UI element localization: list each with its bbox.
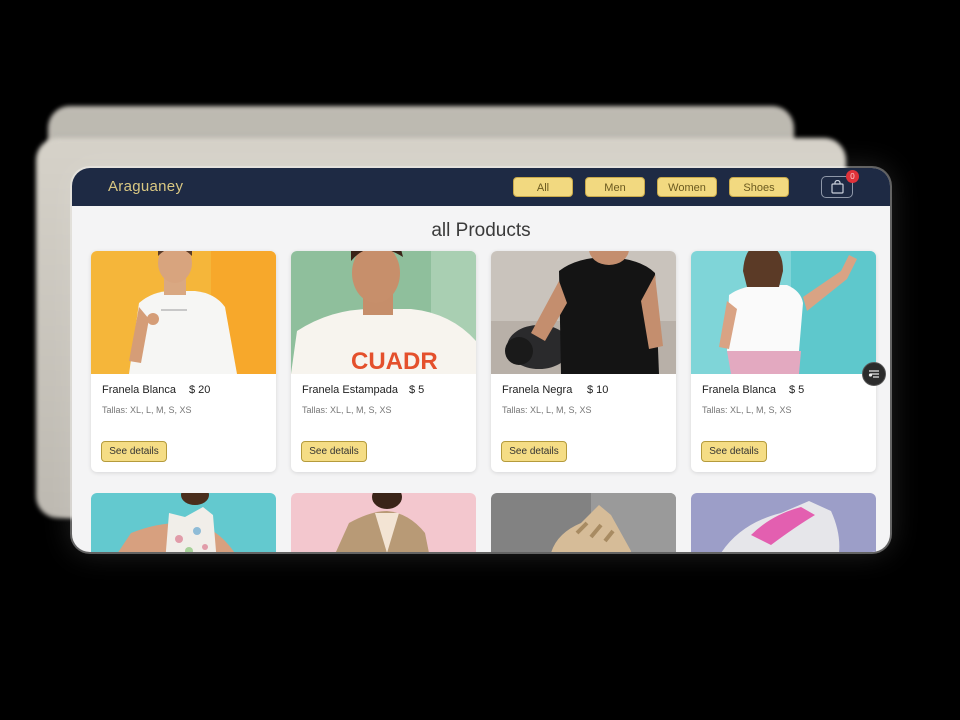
product-image [291,493,476,552]
see-details-button[interactable]: See details [301,441,367,462]
see-details-button[interactable]: See details [101,441,167,462]
product-image[interactable] [91,251,276,374]
product-image [491,493,676,552]
product-image [691,493,876,552]
product-sizes: Tallas: XL, L, M, S, XS [102,405,192,415]
product-card[interactable] [291,493,476,552]
product-image[interactable]: CUADR [291,251,476,374]
product-name: Franela Negra [502,384,573,396]
shopping-bag-icon [831,180,844,194]
nav-all-button[interactable]: All [513,177,573,197]
nav-men-button[interactable]: Men [585,177,645,197]
product-name: Franela Estampada [302,384,398,396]
product-price: $ 5 [409,384,425,396]
product-image[interactable] [691,251,876,374]
svg-text:CUADR: CUADR [351,348,438,374]
product-image[interactable] [491,251,676,374]
product-name: Franela Blanca [102,384,176,396]
see-details-button[interactable]: See details [701,441,767,462]
product-price: $ 20 [189,384,211,396]
see-details-button[interactable]: See details [501,441,567,462]
nav-shoes-button[interactable]: Shoes [729,177,789,197]
product-card[interactable] [91,493,276,552]
product-sizes: Tallas: XL, L, M, S, XS [502,405,592,415]
product-name: Franela Blanca [702,384,776,396]
cart-count-badge: 0 [846,170,859,183]
filter-icon [868,370,879,378]
brand-logo[interactable]: Araguaney [108,178,183,195]
product-sizes: Tallas: XL, L, M, S, XS [302,405,392,415]
page-title: all Products [431,220,531,241]
product-card[interactable] [691,493,876,552]
product-card[interactable] [491,493,676,552]
product-sizes: Tallas: XL, L, M, S, XS [702,405,792,415]
product-card: Franela Negra $ 10 Tallas: XL, L, M, S, … [491,251,676,472]
product-card: Franela Blanca $ 20 Tallas: XL, L, M, S,… [91,251,276,472]
nav-women-button[interactable]: Women [657,177,717,197]
product-card: CUADR Franela Estampada $ 5 Tallas: XL, … [291,251,476,472]
product-card: Franela Blanca $ 5 Tallas: XL, L, M, S, … [691,251,876,472]
product-image [91,493,276,552]
navbar: Araguaney All Men Women Shoes 0 [72,168,890,206]
filter-button[interactable] [862,362,886,386]
app-window: Araguaney All Men Women Shoes 0 all Prod… [72,168,890,552]
product-price: $ 5 [789,384,805,396]
product-price: $ 10 [587,384,609,396]
